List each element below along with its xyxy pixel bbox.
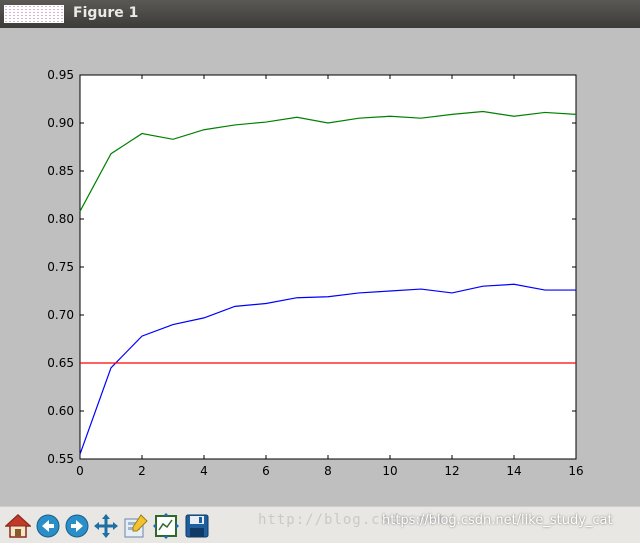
x-tick-label: 2 (138, 464, 146, 478)
window-titlebar[interactable]: Figure 1 (0, 0, 640, 28)
home-button[interactable] (4, 512, 32, 540)
line-chart: 0 2 4 6 8 10 12 14 16 0.55 0.60 0.65 0.70 0.75 0.80 0.8… (47, 68, 583, 478)
home-icon (5, 513, 31, 538)
y-tick-label: 0.90 (47, 116, 74, 130)
y-tick-label: 0.75 (47, 260, 74, 274)
y-tick-label: 0.60 (47, 404, 74, 418)
x-tick-label: 6 (262, 464, 270, 478)
configure-subplots-button[interactable] (152, 512, 180, 540)
plot-area (79, 74, 577, 460)
pan-button[interactable] (92, 512, 120, 540)
figure-canvas: 0 2 4 6 8 10 12 14 16 0.55 0.60 0.65 0.70 0.75 0.80 0.8… (0, 28, 640, 506)
window-title: Figure 1 (73, 5, 139, 21)
zoom-icon (124, 514, 148, 538)
back-button[interactable] (34, 512, 62, 540)
save-button[interactable] (183, 512, 211, 540)
forward-button[interactable] (63, 512, 91, 540)
x-tick-label: 4 (200, 464, 208, 478)
window-icon (4, 5, 64, 23)
forward-icon (65, 514, 89, 538)
y-tick-label: 0.65 (47, 356, 74, 370)
x-tick-label: 12 (444, 464, 459, 478)
y-tick-label: 0.55 (47, 452, 74, 466)
x-tick-label: 14 (506, 464, 521, 478)
y-tick-label: 0.70 (47, 308, 74, 322)
x-tick-label: 8 (324, 464, 332, 478)
configure-subplots-icon (153, 513, 179, 539)
y-tick-label: 0.85 (47, 164, 74, 178)
back-icon (36, 514, 60, 538)
save-icon (185, 514, 209, 538)
x-tick-label: 16 (568, 464, 583, 478)
y-tick-label: 0.80 (47, 212, 74, 226)
x-tick-label: 10 (382, 464, 397, 478)
y-tick-label: 0.95 (47, 68, 74, 82)
zoom-button[interactable] (122, 512, 150, 540)
pan-icon (94, 514, 118, 538)
credit-url: https://blog.csdn.net/like_study_cat (382, 513, 613, 528)
x-tick-label: 0 (76, 464, 84, 478)
